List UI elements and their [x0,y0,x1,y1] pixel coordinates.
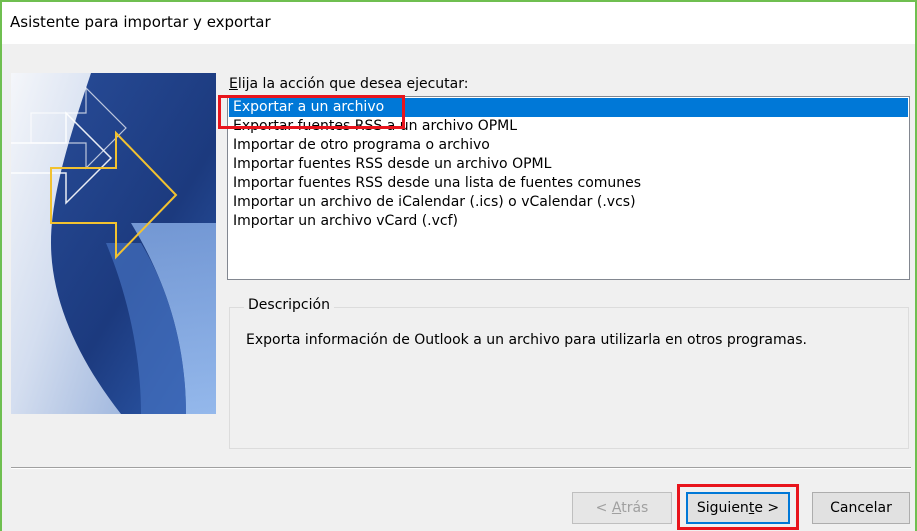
back-button[interactable]: < Atrás [572,492,672,524]
description-groupbox: Descripción Exporta información de Outlo… [229,297,909,449]
action-listbox[interactable]: Exportar a un archivo Exportar fuentes R… [227,96,910,280]
description-legend: Descripción [244,297,334,313]
list-item-import-vcard[interactable]: Importar un archivo vCard (.vcf) [229,212,908,231]
description-text: Exporta información de Outlook a un arch… [246,332,807,348]
wizard-banner-image [11,73,216,414]
window-title: Asistente para importar y exportar [10,13,271,31]
back-accelerator: A [611,500,622,516]
back-label-start: < [595,500,612,516]
next-button[interactable]: Siguiente > [686,492,790,524]
footer-separator [11,467,911,469]
back-label-end: trás [621,500,649,516]
list-item-import-icalendar[interactable]: Importar un archivo de iCalendar (.ics) … [229,193,908,212]
list-item-import-rss-opml[interactable]: Importar fuentes RSS desde un archivo OP… [229,155,908,174]
next-label-end: e > [754,500,780,516]
wizard-arrows-graphic [11,73,216,414]
list-item-export-rss-opml[interactable]: Exportar fuentes RSS a un archivo OPML [229,117,908,136]
prompt-text-end: lija la acción que desea ejecutar: [237,76,469,92]
cancel-button[interactable]: Cancelar [812,492,910,524]
title-bar[interactable]: Asistente para importar y exportar [2,2,915,44]
next-label-start: Siguien [696,500,749,516]
list-item-import-rss-common-list[interactable]: Importar fuentes RSS desde una lista de … [229,174,908,193]
list-item-export-to-file[interactable]: Exportar a un archivo [229,98,908,117]
action-prompt-label: Elija la acción que desea ejecutar: [229,76,468,92]
prompt-accelerator: E [229,76,238,92]
list-item-import-other-program[interactable]: Importar de otro programa o archivo [229,136,908,155]
